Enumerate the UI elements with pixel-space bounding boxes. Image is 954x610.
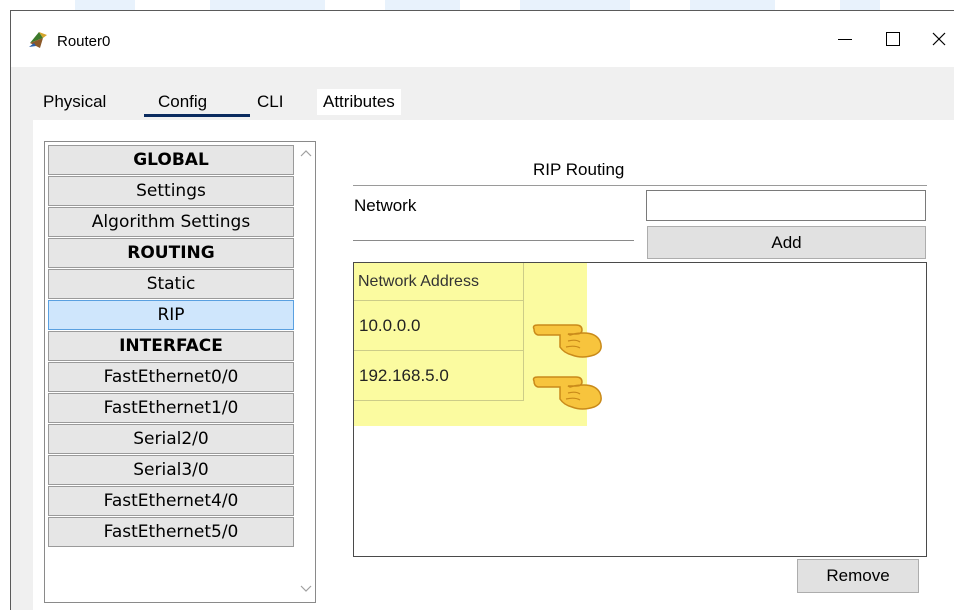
divider: [353, 240, 634, 241]
tab-physical[interactable]: Physical: [43, 89, 106, 115]
tab-cli[interactable]: CLI: [257, 89, 283, 115]
tab-config[interactable]: Config: [158, 89, 207, 115]
nav-header-routing: ROUTING: [48, 238, 294, 268]
router-icon: [27, 29, 49, 51]
active-tab-indicator: [144, 114, 250, 117]
tab-attributes[interactable]: Attributes: [317, 89, 401, 115]
nav-scrollbar[interactable]: [296, 142, 315, 602]
nav-item-serial2-0[interactable]: Serial2/0: [48, 424, 294, 454]
maximize-button[interactable]: [871, 23, 915, 55]
maximize-icon: [886, 32, 900, 46]
table-row[interactable]: 192.168.5.0: [354, 351, 524, 401]
nav-item-fastethernet0-0[interactable]: FastEthernet0/0: [48, 362, 294, 392]
pointing-hand-icon: [532, 324, 602, 358]
nav-item-fastethernet5-0[interactable]: FastEthernet5/0: [48, 517, 294, 547]
nav-item-settings[interactable]: Settings: [48, 176, 294, 206]
close-button[interactable]: [917, 23, 954, 55]
router-window: Router0 Physical Config CLI Attributes G…: [10, 10, 954, 610]
nav-item-rip[interactable]: RIP: [48, 300, 294, 330]
close-icon: [932, 32, 946, 46]
divider: [353, 185, 927, 186]
nav-item-fastethernet1-0[interactable]: FastEthernet1/0: [48, 393, 294, 423]
remove-button[interactable]: Remove: [797, 559, 919, 593]
config-panel: GLOBAL Settings Algorithm Settings ROUTING S…: [33, 120, 954, 610]
nav-item-fastethernet4-0[interactable]: FastEthernet4/0: [48, 486, 294, 516]
nav-item-serial3-0[interactable]: Serial3/0: [48, 455, 294, 485]
nav-item-static[interactable]: Static: [48, 269, 294, 299]
minimize-icon: [838, 39, 852, 40]
nav-header-interface: INTERFACE: [48, 331, 294, 361]
config-nav: GLOBAL Settings Algorithm Settings ROUTING S…: [44, 141, 316, 603]
scroll-up-icon[interactable]: [300, 148, 312, 158]
title-bar[interactable]: Router0: [11, 11, 954, 67]
window-title: Router0: [57, 33, 111, 50]
network-address-table: Network Address 10.0.0.0 192.168.5.0: [353, 262, 927, 557]
scroll-down-icon[interactable]: [300, 584, 312, 594]
pointing-hand-icon: [532, 376, 602, 410]
network-input[interactable]: [646, 190, 926, 221]
table-row[interactable]: 10.0.0.0: [354, 301, 524, 351]
nav-item-algorithm-settings[interactable]: Algorithm Settings: [48, 207, 294, 237]
minimize-button[interactable]: [823, 23, 867, 55]
nav-header-global: GLOBAL: [48, 145, 294, 175]
nav-list: GLOBAL Settings Algorithm Settings ROUTING S…: [48, 145, 294, 548]
network-label: Network: [354, 196, 417, 215]
add-button[interactable]: Add: [647, 226, 926, 259]
column-header-network-address[interactable]: Network Address: [354, 263, 524, 301]
rip-routing-title: RIP Routing: [533, 160, 625, 179]
